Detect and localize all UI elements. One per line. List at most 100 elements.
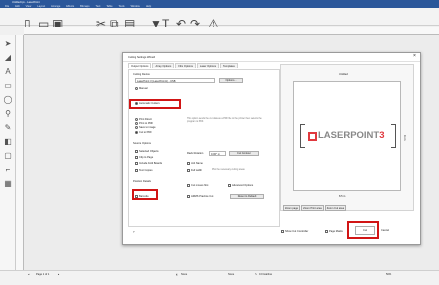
preview-width: 8.5 in: [339, 195, 346, 198]
fill-label: None: [181, 273, 188, 276]
tab-2[interactable]: Film Options: [175, 63, 196, 68]
source-check-label: Clip to Page: [139, 156, 154, 160]
ellipse-tool-icon[interactable]: ◯: [3, 95, 13, 104]
full-width-hint: Plot the necessary cutting areas: [212, 169, 245, 171]
cutting-device-label: Cutting Device: [133, 73, 150, 76]
cutting-settings-dialog: Cutting Settings Wizard × Output Options…: [122, 52, 421, 245]
preview-panel: Untitled LASERPOINT 3 11 in 8.5 in Zoom …: [280, 64, 414, 211]
brand-number: 3: [379, 130, 385, 141]
output-radio: [135, 130, 138, 134]
practice-cut-check[interactable]: ARMS Practice Cut: [187, 195, 213, 198]
next-page-icon[interactable]: ▸: [58, 273, 59, 276]
tab-1[interactable]: Array Options: [152, 63, 175, 68]
outline-tool-icon[interactable]: ▢: [3, 151, 13, 160]
tool-palette: ➤ ◢ A ▭ ◯ ⚲ ✎ ◧ ▢ ⌐ ▦: [0, 35, 16, 270]
status-bar: ◂ Page 1 of 1 ▸ ◭ None None ✎ 0.0 Hairli…: [0, 270, 439, 285]
source-check[interactable]: Selected Objects: [135, 150, 162, 153]
preview-page: LASERPOINT 3: [293, 81, 401, 191]
position-sub-check[interactable]: Cut moves first: [187, 184, 208, 187]
dialog-title: Cutting Settings Wizard: [128, 56, 156, 59]
zoom-value[interactable]: 50%: [386, 273, 391, 276]
tab-0[interactable]: Output Options: [128, 63, 152, 68]
cut-highlight: [347, 221, 379, 239]
advanced-options-check[interactable]: Advanced Options: [228, 184, 253, 187]
show-controller-check[interactable]: Show Cut Controller: [281, 230, 308, 233]
source-check[interactable]: Include Fold Boards: [135, 162, 162, 166]
cancel-button[interactable]: Cancel: [381, 229, 389, 232]
cut-contour-label: Cut Contour: [237, 152, 251, 155]
pointer-tool-icon[interactable]: ➤: [3, 39, 13, 48]
option-check-label: Job Name: [191, 162, 203, 166]
size-label: 0.0 Hairline: [259, 273, 273, 276]
prev-page-icon[interactable]: ◂: [28, 273, 29, 276]
help-glyph[interactable]: ?: [133, 231, 134, 234]
pen-tool-icon[interactable]: ✎: [3, 123, 13, 132]
source-check-box: [135, 162, 138, 166]
output-option[interactable]: Save to image: [135, 126, 156, 130]
source-check-box: [135, 168, 138, 172]
output-radio: [135, 122, 138, 126]
output-hint: This option sends the cut data as a PDF …: [187, 118, 262, 123]
size-icon: ✎: [255, 273, 258, 276]
rotation-value: 0.00° m: [211, 152, 220, 156]
zoom-button[interactable]: Zoom Print area: [301, 205, 324, 211]
table-tool-icon[interactable]: ▦: [3, 179, 13, 188]
practice-cut-box: [187, 195, 190, 198]
page-marks-label: Page Marks: [329, 230, 343, 234]
reset-default-button[interactable]: Reset to Default: [230, 194, 264, 199]
rotation-input[interactable]: 0.00° m: [209, 151, 226, 156]
practice-cut-label: ARMS Practice Cut: [191, 195, 214, 199]
zoom-button[interactable]: Zoom Cut area: [324, 205, 347, 211]
rotation-label: Rack Rotation: [187, 152, 204, 155]
tab-3[interactable]: Laser Options: [196, 63, 220, 68]
text-tool-icon[interactable]: A: [3, 67, 13, 76]
source-check[interactable]: Text Copies: [135, 168, 162, 172]
output-radio: [135, 126, 138, 130]
mid-checks: Job Name Full width: [187, 162, 203, 176]
crop-mark-left: [300, 124, 305, 148]
horizontal-ruler: [24, 27, 439, 35]
shape-tool-icon[interactable]: ▭: [3, 81, 13, 90]
node-tool-icon[interactable]: ◢: [3, 53, 13, 62]
preview-height: 11 in: [403, 135, 406, 141]
page-marks-check[interactable]: Page Marks: [325, 230, 343, 233]
close-icon[interactable]: ×: [413, 54, 416, 59]
option-check[interactable]: Full width: [187, 169, 203, 172]
output-label: Print to PDF: [139, 122, 154, 126]
barcode-highlight: [132, 189, 158, 200]
main-toolbar: ▯ ▭ ▣ ✂ ⧉ ▤ ▼ T ↶ ↷ ⚠: [0, 8, 439, 30]
source-check-box: [135, 156, 138, 160]
source-options-label: Source Options: [133, 142, 151, 145]
show-controller-label: Show Cut Controller: [285, 230, 309, 234]
source-check-label: Selected Objects: [139, 150, 159, 154]
output-option[interactable]: Print Direct: [135, 118, 156, 121]
zoom-tool-icon[interactable]: ⚲: [3, 109, 13, 118]
page-marks-box: [325, 230, 328, 233]
fill-swatch: ◭: [176, 273, 178, 276]
zoom-button[interactable]: Zoom page: [283, 205, 301, 211]
device-select[interactable]: LaserPoint 3 (LaserPoint1) - USB: [135, 78, 215, 83]
output-label: Cut to PDF: [139, 130, 152, 134]
source-check[interactable]: Clip to Page: [135, 156, 162, 159]
preview-title: Untitled: [339, 73, 348, 76]
cut-contour-button[interactable]: Cut Contour: [229, 151, 259, 156]
source-checks: Selected Objects Clip to Page Include Fold…: [135, 150, 162, 175]
option-check-label: Full width: [191, 169, 202, 173]
manual-label: Manual: [139, 87, 148, 91]
vertical-ruler: [16, 35, 24, 270]
eyedropper-tool-icon[interactable]: ⌐: [3, 165, 13, 174]
position-sub-label: Cut moves first: [191, 184, 209, 188]
option-check[interactable]: Job Name: [187, 162, 203, 165]
option-check-box: [187, 169, 190, 173]
outline-label: None: [228, 273, 235, 276]
manual-radio[interactable]: Manual: [135, 87, 148, 90]
output-option[interactable]: Print to PDF: [135, 122, 156, 125]
device-options-button[interactable]: Options...: [219, 78, 243, 83]
fill-tool-icon[interactable]: ◧: [3, 137, 13, 146]
option-check-box: [187, 162, 190, 165]
advanced-options-label: Advanced Options: [232, 184, 254, 188]
settings-panel: Cutting Device LaserPoint 3 (LaserPoint1…: [128, 69, 280, 227]
tab-4[interactable]: Templates: [220, 63, 238, 68]
output-option[interactable]: Cut to PDF: [135, 130, 156, 134]
crop-mark-right: [391, 124, 396, 148]
